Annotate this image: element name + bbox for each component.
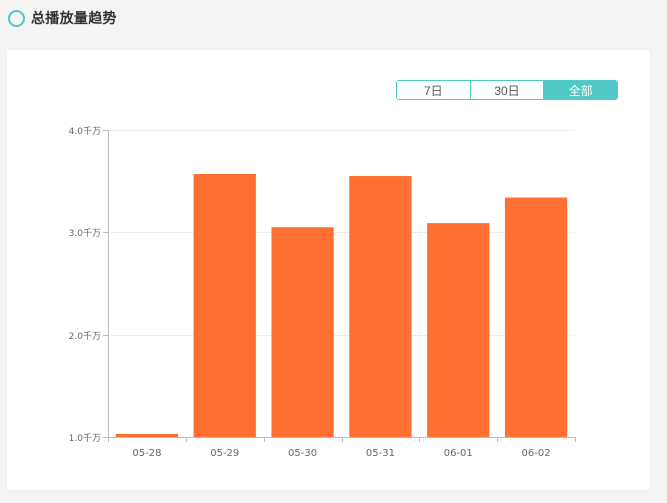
y-tick-label: 2.0千万 <box>69 331 101 342</box>
bar-06-01 <box>427 223 490 437</box>
y-tick-label: 3.0千万 <box>69 228 101 239</box>
bar-chart: 1.0千万 2.0千万 3.0千万 4.0千万 05-28 05-29 05-30 05-31… <box>69 126 576 459</box>
x-tick-label: 05-30 <box>288 448 317 459</box>
bar-05-28 <box>115 433 179 437</box>
x-tick-label: 06-01 <box>444 448 473 459</box>
chart-card: 7日 30日 全部 1.0千万 2.0千万 3.0千万 4.0千万 05-28 05-29… <box>7 50 650 490</box>
x-tick-label: 05-29 <box>210 448 239 459</box>
bar-05-30 <box>271 227 334 437</box>
circle-icon <box>8 10 25 27</box>
bar-06-02 <box>504 197 568 437</box>
section-header: 总播放量趋势 <box>8 8 117 28</box>
section-title: 总播放量趋势 <box>31 11 117 27</box>
bar-05-29 <box>193 174 256 437</box>
y-tick-label: 1.0千万 <box>69 433 101 444</box>
x-tick-label: 06-02 <box>522 448 551 459</box>
x-tick-label: 05-31 <box>366 448 395 459</box>
bar-05-31 <box>349 176 412 438</box>
x-tick-label: 05-28 <box>132 448 161 459</box>
y-tick-label: 4.0千万 <box>69 126 101 137</box>
